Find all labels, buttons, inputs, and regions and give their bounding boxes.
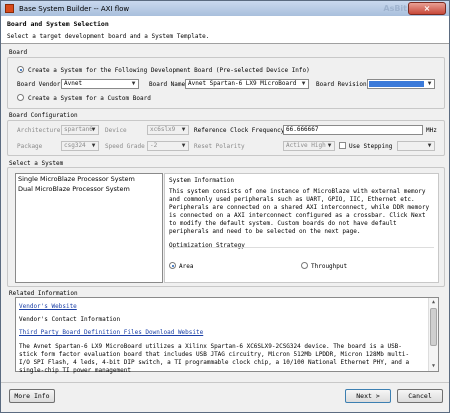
package-select[interactable]: csg324 ▼ — [61, 141, 99, 151]
package-value: csg324 — [64, 142, 86, 149]
chevron-down-icon: ▼ — [131, 80, 136, 87]
related-info-label: Related Information — [9, 290, 78, 297]
app-icon — [5, 4, 14, 13]
chevron-down-icon: ▼ — [301, 80, 306, 87]
custom-board-label: Create a System for a Custom Board — [28, 95, 151, 102]
scroll-down-icon[interactable]: ▼ — [429, 362, 438, 371]
third-party-link[interactable]: Third Party Board Definition Files Downl… — [19, 329, 203, 336]
board-vendor-value: Avnet — [64, 80, 83, 87]
chevron-down-icon: ▼ — [91, 142, 96, 149]
system-list[interactable]: Single MicroBlaze Processor System Dual … — [15, 173, 163, 283]
strategy-throughput-label: Throughput — [311, 263, 348, 270]
system-info-panel: System Information This system consists … — [164, 173, 439, 283]
vendor-website-link[interactable]: Vendor's Website — [19, 303, 77, 310]
list-item[interactable]: Single MicroBlaze Processor System — [16, 174, 162, 184]
background-window-title: AsBit — [383, 4, 407, 13]
dev-board-radio[interactable] — [17, 66, 24, 73]
strategy-area-label: Area — [179, 263, 194, 270]
window-title: Base System Builder -- AXI flow — [19, 4, 130, 13]
list-item[interactable]: Dual MicroBlaze Processor System — [16, 184, 162, 194]
related-info-scrollbar[interactable]: ▲ ▼ — [428, 298, 438, 371]
reset-polarity-select[interactable]: Active High ▼ — [283, 141, 335, 151]
package-label: Package — [17, 143, 43, 150]
architecture-select[interactable]: spartan6 ▼ — [61, 125, 99, 135]
speed-grade-label: Speed Grade — [105, 143, 145, 150]
cancel-button[interactable]: Cancel — [397, 389, 443, 403]
chevron-down-icon: ▼ — [427, 142, 432, 149]
device-value: xc6slx9 — [150, 126, 176, 133]
board-revision-highlight — [369, 81, 424, 87]
dev-board-label: Create a System for the Following Develo… — [28, 67, 310, 74]
reset-polarity-label: Reset Polarity — [194, 143, 245, 150]
refclk-input[interactable]: 66.666667 — [283, 125, 423, 135]
select-system-group-label: Select a System — [9, 160, 64, 167]
title-bar[interactable]: Base System Builder -- AXI flow AsBit — [1, 1, 449, 16]
refclk-unit: MHz — [426, 127, 437, 134]
reset-polarity-value: Active High — [286, 142, 326, 149]
vendor-contact-text: Vendor's Contact Information — [19, 316, 121, 323]
board-revision-label: Board Revision — [316, 81, 367, 88]
scroll-thumb[interactable] — [430, 308, 437, 346]
board-revision-select[interactable]: ▼ — [367, 79, 435, 89]
board-name-value: Avnet Spartan-6 LX9 MicroBoard — [188, 80, 297, 87]
device-select[interactable]: xc6slx9 ▼ — [147, 125, 189, 135]
board-vendor-label: Board Vendor — [17, 81, 61, 88]
device-label: Device — [105, 127, 127, 134]
board-group-label: Board — [9, 49, 28, 56]
strategy-area-radio[interactable] — [169, 262, 176, 269]
close-button[interactable]: × — [408, 2, 446, 15]
board-config-group-label: Board Configuration — [9, 112, 78, 119]
bsb-wizard-window: Base System Builder -- AXI flow AsBit × … — [0, 0, 450, 413]
footer-divider — [1, 382, 449, 383]
use-stepping-checkbox[interactable] — [339, 142, 346, 149]
chevron-down-icon: ▼ — [427, 80, 432, 87]
custom-board-radio[interactable] — [17, 94, 24, 101]
chevron-down-icon: ▼ — [91, 126, 96, 133]
chevron-down-icon: ▼ — [327, 142, 332, 149]
board-description: The Avnet Spartan-6 LX9 MicroBoard utili… — [19, 343, 410, 374]
strategy-throughput-radio[interactable] — [301, 262, 308, 269]
use-stepping-label: Use Stepping — [349, 143, 393, 150]
more-info-button[interactable]: More Info — [9, 389, 55, 403]
wizard-header: Board and System Selection Select a targ… — [1, 16, 449, 44]
system-info-text: This system consists of one instance of … — [169, 188, 430, 235]
speed-grade-value: -2 — [150, 142, 158, 149]
board-vendor-select[interactable]: Avnet ▼ — [61, 79, 139, 89]
architecture-label: Architecture — [17, 127, 61, 134]
chevron-down-icon: ▼ — [181, 142, 186, 149]
scroll-up-icon[interactable]: ▲ — [429, 298, 438, 307]
next-button[interactable]: Next > — [345, 389, 391, 403]
stepping-select[interactable]: ▼ — [397, 141, 435, 151]
related-info-panel: Vendor's Website Vendor's Contact Inform… — [15, 297, 439, 374]
chevron-down-icon: ▼ — [181, 126, 186, 133]
board-name-select[interactable]: Avnet Spartan-6 LX9 MicroBoard ▼ — [185, 79, 309, 89]
page-subtitle: Select a target development board and a … — [7, 33, 210, 40]
page-title: Board and System Selection — [7, 20, 109, 28]
board-name-label: Board Name — [149, 81, 186, 88]
speed-grade-select[interactable]: -2 ▼ — [147, 141, 189, 151]
system-info-label: System Information — [169, 177, 235, 184]
refclk-label: Reference Clock Frequency — [194, 127, 285, 134]
divider — [169, 247, 434, 248]
